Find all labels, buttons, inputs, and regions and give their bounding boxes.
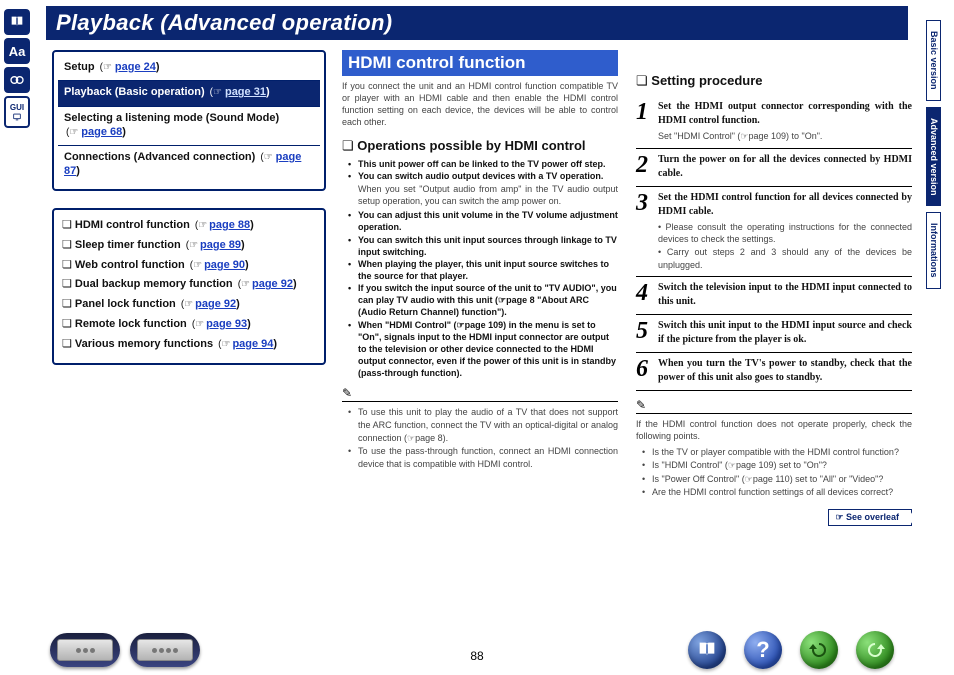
trouble-list: Is the TV or player compatible with the …	[646, 446, 912, 498]
hdmi-heading: HDMI control function	[342, 50, 618, 76]
page-title: Playback (Advanced operation)	[46, 6, 908, 40]
nav-basic-playback[interactable]: Playback (Basic operation) (☞page 31)	[58, 80, 320, 105]
pager-buttons: ?	[688, 631, 894, 669]
trouble-item: Are the HDMI control function settings o…	[646, 486, 912, 499]
feature-row[interactable]: Panel lock function (☞page 92)	[62, 295, 316, 315]
step: 6When you turn the TV's power to standby…	[636, 353, 912, 391]
ops-heading: Operations possible by HDMI control	[342, 137, 618, 155]
ops-list: This unit power off can be linked to the…	[342, 158, 618, 380]
tab-advanced[interactable]: Advanced version	[926, 107, 941, 207]
trouble-item: Is "HDMI Control" (☞page 109) set to "On…	[646, 459, 912, 472]
ops-item: If you switch the input source of the un…	[352, 282, 618, 318]
nav-setup-label: Setup	[64, 61, 95, 73]
feature-row[interactable]: Dual backup memory function (☞page 92)	[62, 275, 316, 295]
steps-list: 1Set the HDMI output connector correspon…	[636, 96, 912, 391]
col-setting: Setting procedure 1Set the HDMI output c…	[636, 50, 912, 526]
prev-page-button[interactable]	[800, 631, 838, 669]
device-front-button[interactable]	[50, 633, 120, 667]
ops-item: When "HDMI Control" (☞page 109) in the m…	[352, 319, 618, 380]
next-page-button[interactable]	[856, 631, 894, 669]
nav-sound-mode[interactable]: Selecting a listening mode (Sound Mode) …	[58, 106, 320, 146]
see-overleaf-button[interactable]: ☞ See overleaf	[828, 509, 912, 526]
hdmi-tips: To use this unit to play the audio of a …	[352, 406, 618, 471]
book-icon[interactable]	[4, 9, 30, 35]
pencil-icon: ✎	[636, 399, 912, 414]
nav-setup-link[interactable]: page 24	[115, 61, 156, 73]
trouble-item: Is "Power Off Control" (☞page 110) set t…	[646, 473, 912, 486]
tab-info[interactable]: Informations	[926, 212, 941, 289]
trouble-item: Is the TV or player compatible with the …	[646, 446, 912, 459]
nav-sound-link[interactable]: page 68	[81, 126, 122, 138]
gui-icon[interactable]: GUI	[4, 96, 30, 128]
step: 4Switch the television input to the HDMI…	[636, 277, 912, 315]
step: 1Set the HDMI output connector correspon…	[636, 96, 912, 149]
nav-box: Setup (☞page 24) Playback (Basic operati…	[52, 50, 326, 191]
nav-basic-label: Playback (Basic operation)	[64, 86, 205, 98]
step: 3Set the HDMI control function for all d…	[636, 187, 912, 277]
feature-row[interactable]: Various memory functions (☞page 94)	[62, 335, 316, 355]
trouble-intro: If the HDMI control function does not op…	[636, 418, 912, 442]
nav-connections[interactable]: Connections (Advanced connection) (☞page…	[58, 145, 320, 185]
page-number: 88	[470, 649, 483, 663]
feature-row[interactable]: Remote lock function (☞page 93)	[62, 315, 316, 335]
tip: To use this unit to play the audio of a …	[352, 406, 618, 445]
step: 2Turn the power on for all the devices c…	[636, 149, 912, 187]
device-buttons	[50, 633, 200, 667]
aa-icon[interactable]: Aa	[4, 38, 30, 64]
ops-item: This unit power off can be linked to the…	[352, 158, 618, 170]
ops-item: You can switch this unit input sources t…	[352, 234, 618, 258]
side-tabs: Basic version Advanced version Informati…	[926, 20, 944, 295]
feature-row[interactable]: Web control function (☞page 90)	[62, 256, 316, 276]
pencil-icon: ✎	[342, 387, 618, 402]
tab-basic[interactable]: Basic version	[926, 20, 941, 101]
step: 5Switch this unit input to the HDMI inpu…	[636, 315, 912, 353]
help-button[interactable]: ?	[744, 631, 782, 669]
feature-row[interactable]: Sleep timer function (☞page 89)	[62, 236, 316, 256]
setting-heading: Setting procedure	[636, 72, 912, 90]
toc-button[interactable]	[688, 631, 726, 669]
nav-sound-label: Selecting a listening mode (Sound Mode)	[64, 112, 279, 124]
feature-row[interactable]: HDMI control function (☞page 88)	[62, 216, 316, 236]
rings-icon[interactable]	[4, 67, 30, 93]
ops-item: You can switch audio output devices with…	[352, 170, 618, 207]
nav-setup[interactable]: Setup (☞page 24)	[58, 56, 320, 80]
device-rear-button[interactable]	[130, 633, 200, 667]
tip: To use the pass-through function, connec…	[352, 445, 618, 471]
col-hdmi: HDMI control function If you connect the…	[342, 50, 618, 472]
left-icon-rail: Aa GUI	[4, 6, 34, 131]
nav-basic-link[interactable]: page 31	[225, 86, 266, 98]
ops-item: When playing the player, this unit input…	[352, 258, 618, 282]
nav-conn-label: Connections (Advanced connection)	[64, 151, 255, 163]
ops-item: You can adjust this unit volume in the T…	[352, 209, 618, 233]
feature-box: HDMI control function (☞page 88) Sleep t…	[52, 208, 326, 365]
hdmi-intro: If you connect the unit and an HDMI cont…	[342, 80, 618, 129]
